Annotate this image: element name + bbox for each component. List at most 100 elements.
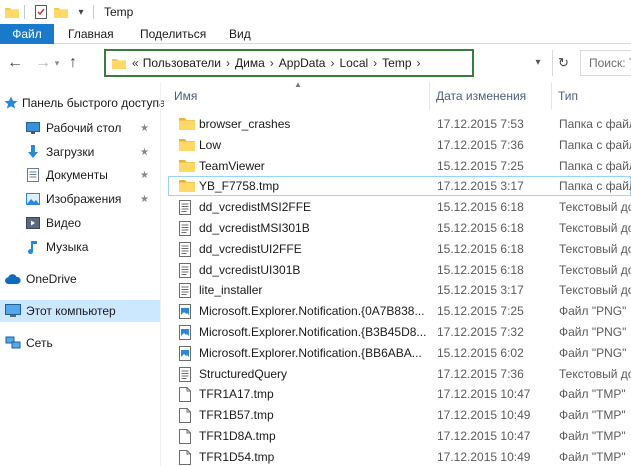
chevron-right-icon[interactable]: › <box>417 56 421 70</box>
sidebar-item-label: Загрузки <box>46 145 95 159</box>
breadcrumb-overflow[interactable]: « <box>132 56 139 70</box>
desktop-icon <box>24 120 42 136</box>
pictures-icon <box>24 191 42 207</box>
file-name: TFR1B57.tmp <box>199 408 274 423</box>
file-name: TFR1A17.tmp <box>199 387 274 402</box>
file-row[interactable]: Microsoft.Explorer.Notification.{B3B45D8… <box>168 322 631 342</box>
text-file-icon <box>179 262 193 279</box>
file-name: Microsoft.Explorer.Notification.{B3B45D8… <box>199 325 427 339</box>
chevron-right-icon[interactable]: › <box>373 56 377 70</box>
file-date: 15.12.2015 6:18 <box>437 200 524 215</box>
file-date: 17.12.2015 7:36 <box>437 366 524 381</box>
file-name: Low <box>199 137 222 152</box>
chevron-right-icon[interactable]: › <box>330 56 334 70</box>
address-bar[interactable]: « Пользователи › Дима › AppData › Local … <box>104 49 474 77</box>
file-date: 17.12.2015 10:49 <box>437 408 531 423</box>
breadcrumb-appdata[interactable]: AppData <box>279 56 326 70</box>
file-date: 17.12.2015 7:32 <box>437 325 524 339</box>
file-type: Файл "TMP" <box>559 429 626 443</box>
title-separator <box>93 5 94 19</box>
pane-divider[interactable] <box>160 82 161 466</box>
file-row[interactable]: Microsoft.Explorer.Notification.{0A7B838… <box>168 301 631 321</box>
file-name: TFR1D8A.tmp <box>199 429 276 443</box>
file-name: Microsoft.Explorer.Notification.{0A7B838… <box>199 304 425 319</box>
new-folder-icon[interactable] <box>53 4 69 20</box>
file-type: Текстовый документ <box>559 221 631 235</box>
sidebar-item-label: Музыка <box>46 240 89 254</box>
tab-file[interactable]: Файл <box>0 24 54 44</box>
folder-icon <box>179 159 195 175</box>
file-name: browser_crashes <box>199 117 291 131</box>
navigation-bar: ← → ▾ ↑ « Пользователи › Дима › AppData … <box>0 45 631 81</box>
sidebar-item-label: Сеть <box>26 336 53 350</box>
sidebar-item-quick-access[interactable]: Панель быстрого доступа <box>4 92 164 114</box>
videos-icon <box>24 215 42 231</box>
recent-locations-icon[interactable]: ▾ <box>52 54 62 72</box>
file-row[interactable]: lite_installer 15.12.2015 3:17 Текстовый д… <box>168 280 631 300</box>
file-row[interactable]: browser_crashes 17.12.2015 7:53 Папка с фа… <box>168 114 631 134</box>
chevron-down-icon[interactable]: ▾ <box>530 55 546 71</box>
file-name: Microsoft.Explorer.Notification.{BB6ABA.… <box>199 345 422 360</box>
file-row[interactable]: TFR1B57.tmp 17.12.2015 10:49 Файл "TMP" <box>168 405 631 425</box>
refresh-icon[interactable]: ↻ <box>552 50 574 76</box>
file-type: Папка с файлами <box>559 117 631 131</box>
file-row[interactable]: Microsoft.Explorer.Notification.{BB6ABA.… <box>168 343 631 363</box>
file-date: 15.12.2015 7:25 <box>437 304 524 319</box>
file-name: YB_F7758.tmp <box>199 179 280 194</box>
file-date: 15.12.2015 6:18 <box>437 262 524 277</box>
column-name[interactable]: Имя <box>168 82 430 110</box>
chevron-right-icon[interactable]: › <box>270 56 274 70</box>
up-arrow-icon[interactable]: ↑ <box>64 54 82 72</box>
file-row[interactable]: dd_vcredistUI2FFE 15.12.2015 6:18 Текстовы… <box>168 239 631 259</box>
pin-icon[interactable]: ★ <box>140 123 149 134</box>
file-list: browser_crashes 17.12.2015 7:53 Папка с фа… <box>168 114 631 466</box>
file-row[interactable]: TeamViewer 15.12.2015 7:25 Папка с файлами <box>168 156 631 176</box>
music-icon <box>24 239 42 255</box>
file-row[interactable]: dd_vcredistMSI2FFE 15.12.2015 6:18 Текстов… <box>168 197 631 217</box>
file-row[interactable]: TFR1A17.tmp 17.12.2015 10:47 Файл "TMP" <box>168 384 631 404</box>
file-type: Файл "TMP" <box>559 387 626 402</box>
column-date-modified[interactable]: Дата изменения <box>430 82 552 110</box>
breadcrumb-users[interactable]: Пользователи <box>143 56 221 70</box>
file-row[interactable]: Low 17.12.2015 7:36 Папка с файлами <box>168 135 631 155</box>
tab-view[interactable]: Вид <box>229 24 251 44</box>
folder-icon <box>179 138 195 154</box>
forward-arrow-icon[interactable]: → <box>34 54 52 72</box>
text-file-icon <box>179 283 193 299</box>
file-row[interactable]: TFR1D8A.tmp 17.12.2015 10:47 Файл "TMP" <box>168 426 631 446</box>
file-row[interactable]: StructuredQuery 17.12.2015 7:36 Текстовый … <box>168 364 631 384</box>
sidebar-item-label: Этот компьютер <box>26 304 116 318</box>
onedrive-icon <box>4 271 22 287</box>
tab-share[interactable]: Поделиться <box>140 24 206 44</box>
file-name: dd_vcredistMSI2FFE <box>199 200 312 215</box>
back-arrow-icon[interactable]: ← <box>6 54 24 72</box>
file-row[interactable]: dd_vcredistMSI301B 15.12.2015 6:18 Текстов… <box>168 218 631 238</box>
file-row[interactable]: dd_vcredistUI301B 15.12.2015 6:18 Текстовы… <box>168 260 631 280</box>
title-bar: ▾ Temp <box>0 0 631 24</box>
column-type[interactable]: Тип <box>552 82 631 110</box>
pin-icon[interactable]: ★ <box>140 147 149 158</box>
text-file-icon <box>179 221 193 237</box>
properties-icon[interactable] <box>33 4 49 20</box>
sidebar-item-this-pc[interactable]: Этот компьютер <box>0 300 160 322</box>
file-type: Файл "PNG" <box>559 345 627 360</box>
breadcrumb-temp[interactable]: Temp <box>382 56 411 70</box>
customize-toolbar-icon[interactable]: ▾ <box>73 4 89 20</box>
file-date: 17.12.2015 10:49 <box>437 449 531 464</box>
pin-icon[interactable]: ★ <box>140 194 149 205</box>
file-date: 17.12.2015 7:53 <box>437 117 524 131</box>
sidebar-item-network[interactable]: Сеть <box>4 332 164 354</box>
breadcrumb-user[interactable]: Дима <box>235 56 265 70</box>
breadcrumb-local[interactable]: Local <box>339 56 368 70</box>
file-type: Текстовый документ <box>559 366 631 381</box>
file-name: dd_vcredistUI2FFE <box>199 241 302 256</box>
file-row[interactable]: TFR1D54.tmp 17.12.2015 10:49 Файл "TMP" <box>168 447 631 466</box>
file-row[interactable]: YB_F7758.tmp 17.12.2015 3:17 Папка с файла… <box>168 176 631 197</box>
chevron-right-icon[interactable]: › <box>226 56 230 70</box>
search-input[interactable]: Поиск: Temp <box>580 50 631 76</box>
tab-home[interactable]: Главная <box>68 24 114 44</box>
file-date: 15.12.2015 7:25 <box>437 158 524 173</box>
pin-icon[interactable]: ★ <box>140 170 149 181</box>
sidebar-item-onedrive[interactable]: OneDrive <box>4 268 164 290</box>
file-date: 17.12.2015 3:17 <box>437 179 524 194</box>
